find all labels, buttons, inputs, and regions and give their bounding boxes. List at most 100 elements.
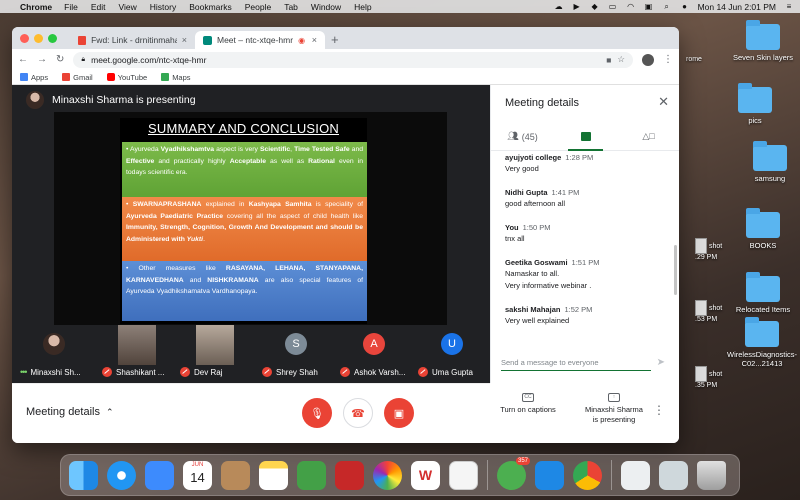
bookmark-maps[interactable]: Maps	[161, 73, 191, 82]
notes-icon[interactable]	[259, 460, 288, 490]
zoom-window-button[interactable]	[48, 34, 57, 43]
send-icon[interactable]: ➤	[657, 357, 665, 368]
chrome-icon[interactable]	[573, 460, 602, 490]
profile-avatar[interactable]	[642, 53, 654, 66]
photos-icon[interactable]	[373, 460, 402, 490]
participant-tile[interactable]: Dev Raj	[176, 325, 252, 381]
participant-tile[interactable]: Shashikant ...	[98, 325, 174, 381]
tab-gmail[interactable]: Fwd: Link - drnitinmahajan160 ×	[70, 31, 195, 49]
desktop-screenshot-1[interactable]: shot .29 PM	[695, 238, 735, 261]
tab-activities[interactable]: △□	[617, 123, 679, 150]
slide-point-1: • Ayurveda Vyadhikshamtva aspect is very…	[122, 142, 367, 197]
mail-icon[interactable]	[145, 460, 174, 490]
chrome-menu-icon[interactable]: ⋮	[663, 54, 673, 65]
leave-call-button[interactable]: ☎︎	[343, 398, 373, 428]
tab-chat[interactable]	[554, 123, 617, 151]
preview-icon[interactable]	[621, 460, 650, 490]
url-text[interactable]: meet.google.com/ntc-xtqe-hmr	[91, 55, 206, 65]
facetime-icon[interactable]	[297, 460, 326, 490]
notification-center-icon[interactable]: ≡	[784, 2, 794, 11]
bookmark-apps[interactable]: Apps	[20, 73, 48, 82]
wifi-icon[interactable]: ◠	[626, 2, 636, 11]
address-bar[interactable]: 🔒︎ meet.google.com/ntc-xtqe-hmr ■ ☆	[73, 51, 633, 68]
turn-on-captions-button[interactable]: CC Turn on captions	[498, 393, 558, 415]
message-sender: Nidhi Gupta	[505, 188, 548, 197]
menu-window[interactable]: Window	[311, 2, 341, 12]
desktop-screenshot-3[interactable]: shot .35 PM	[695, 366, 735, 389]
new-tab-button[interactable]: +	[331, 32, 339, 47]
close-window-button[interactable]	[20, 34, 29, 43]
chat-message: sakshi Mahajan 1:52 PM Very well explaine…	[491, 305, 679, 326]
bookmark-star-icon[interactable]: ☆	[617, 54, 625, 65]
menu-edit[interactable]: Edit	[91, 2, 106, 12]
screenshot-label: shot	[709, 370, 723, 378]
desktop-item-label: Relocated Items	[735, 305, 791, 314]
chat-scrollbar[interactable]	[674, 245, 677, 295]
lock-icon[interactable]: 🔒︎	[81, 56, 85, 64]
calendar-icon[interactable]: JUN 14	[183, 460, 212, 490]
participant-name: Ashok Varsh...	[354, 367, 406, 377]
bookmark-youtube[interactable]: YouTube	[106, 73, 147, 82]
user-switch-icon[interactable]: ●	[680, 2, 690, 11]
camera-toggle-button[interactable]: ▣	[384, 398, 414, 428]
participant-tile[interactable]: U Uma Gupta	[414, 325, 490, 381]
app-store-icon[interactable]	[535, 460, 564, 490]
desktop-screenshot-2[interactable]: shot .53 PM	[695, 300, 735, 323]
desktop-partial-chrome[interactable]: rome	[686, 56, 726, 63]
menu-tab[interactable]: Tab	[284, 2, 298, 12]
screenshot-time: .53 PM	[695, 316, 718, 323]
menu-people[interactable]: People	[245, 2, 271, 12]
menu-bookmarks[interactable]: Bookmarks	[189, 2, 232, 12]
chat-input[interactable]: Send a message to everyone	[501, 353, 651, 371]
spotlight-icon[interactable]: ⌕	[662, 2, 672, 11]
messages-icon[interactable]: 357	[497, 456, 530, 490]
photo-booth-icon[interactable]	[335, 460, 364, 490]
textedit-icon[interactable]	[449, 460, 478, 490]
desktop-folder-samsung[interactable]: samsung	[730, 141, 800, 183]
microphone-toggle-button[interactable]: 🎙︎	[302, 398, 332, 428]
menu-history[interactable]: History	[150, 2, 176, 12]
desktop-item-label: WirelessDiagnostics-C02...21413	[726, 350, 798, 368]
participant-tile[interactable]: ••• Minaxshi Sh...	[16, 325, 92, 381]
chevron-up-icon: ⌃	[106, 406, 114, 417]
airplay-icon[interactable]: ▣	[644, 2, 654, 11]
menubar-clock[interactable]: Mon 14 Jun 2:01 PM	[698, 2, 776, 12]
wps-office-icon[interactable]: W	[411, 460, 440, 490]
more-options-icon[interactable]: ⋮	[653, 403, 665, 417]
contacts-icon[interactable]	[221, 460, 250, 490]
close-tab-icon[interactable]: ×	[182, 35, 187, 45]
forward-icon[interactable]: →	[37, 54, 47, 65]
meeting-details-button[interactable]: Meeting details ⌃	[26, 406, 114, 418]
menu-help[interactable]: Help	[354, 2, 371, 12]
tab-meet[interactable]: Meet – ntc-xtqe-hmr ◉ ×	[195, 31, 325, 49]
bookmark-gmail[interactable]: Gmail	[62, 73, 93, 82]
reload-icon[interactable]: ↻	[56, 54, 64, 65]
document-icon[interactable]	[659, 460, 688, 490]
shield-icon[interactable]: ◆	[590, 2, 600, 11]
menu-file[interactable]: File	[64, 2, 78, 12]
participant-tile[interactable]: S Shrey Shah	[258, 325, 334, 381]
close-panel-icon[interactable]: ✕	[658, 94, 669, 110]
minimize-window-button[interactable]	[34, 34, 43, 43]
safari-icon[interactable]	[107, 460, 136, 490]
cloud-icon[interactable]: ☁	[554, 2, 564, 11]
back-icon[interactable]: ←	[18, 54, 28, 65]
participant-tile[interactable]: A Ashok Varsh...	[336, 325, 412, 381]
menu-app-name[interactable]: Chrome	[20, 2, 52, 12]
tab-people[interactable]: 👥︎ (45)	[491, 123, 554, 150]
camera-in-use-icon[interactable]: ■	[606, 55, 611, 65]
speaking-indicator-icon: •••	[20, 367, 28, 377]
trash-icon[interactable]	[697, 460, 726, 490]
finder-icon[interactable]	[69, 460, 98, 490]
menu-view[interactable]: View	[118, 2, 136, 12]
participant-name: Uma Gupta	[432, 367, 473, 377]
play-icon[interactable]: ▶	[572, 2, 582, 11]
presenting-button[interactable]: ↑ Minaxshi Sharma is presenting	[578, 393, 650, 425]
message-sender: ayujyoti college	[505, 153, 562, 162]
desktop-folder-wireless-diagnostics[interactable]: WirelessDiagnostics-C02...21413	[723, 317, 800, 368]
desktop-folder-pics[interactable]: pics	[715, 83, 795, 125]
notification-badge: 357	[515, 456, 530, 465]
close-tab-icon[interactable]: ×	[312, 35, 317, 45]
battery-icon[interactable]: ▭	[608, 2, 618, 11]
desktop-folder-seven-skin-layers[interactable]: Seven Skin layers	[723, 20, 800, 62]
